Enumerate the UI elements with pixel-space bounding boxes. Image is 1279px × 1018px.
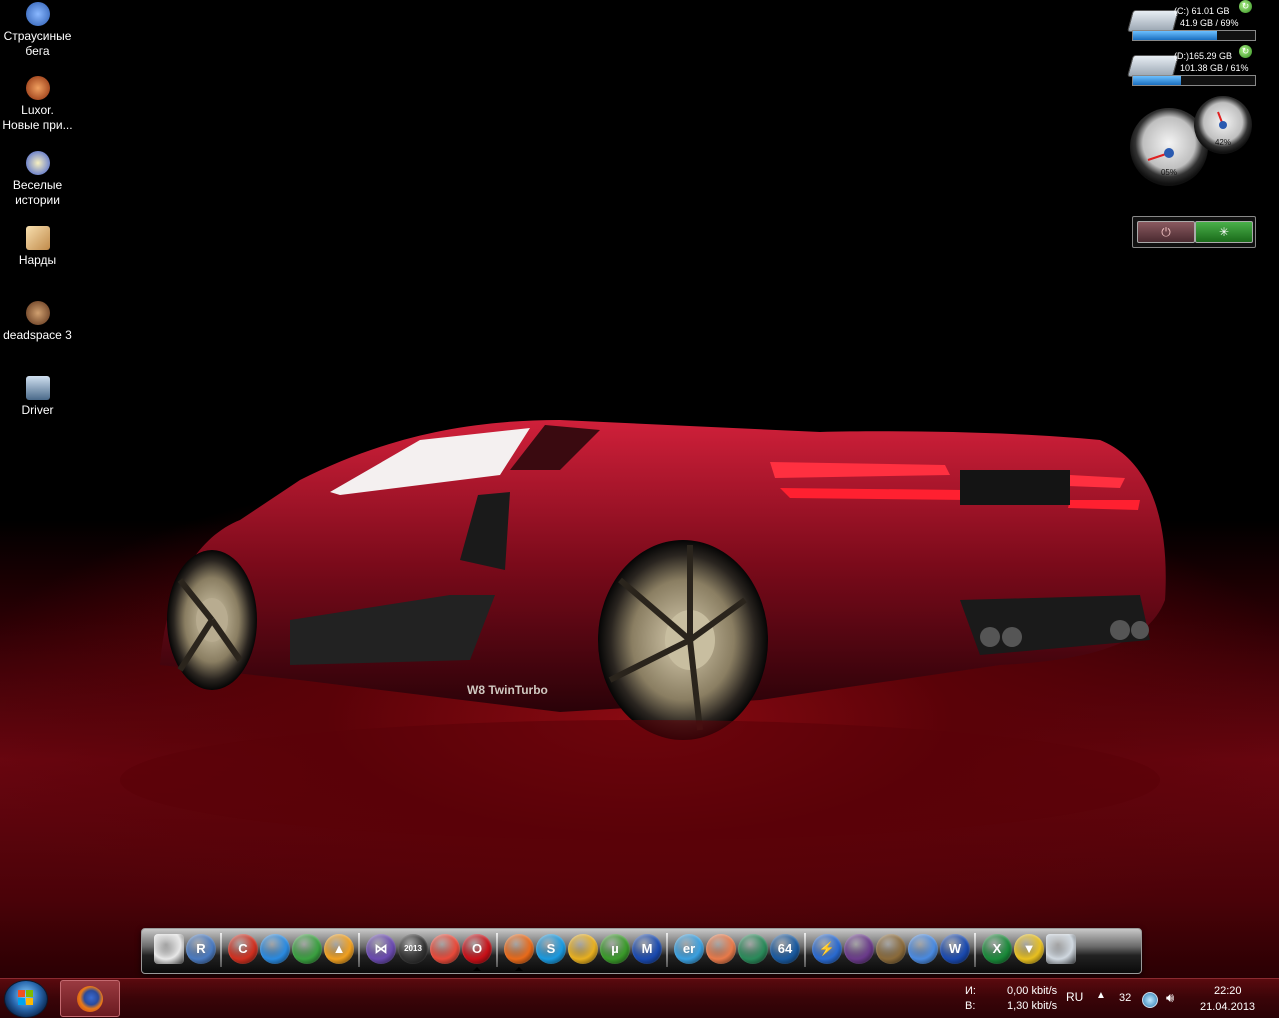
rocket-dock: R C ▲ ⋈ 2013 O Sµ Mer 64 ⚡ W X ▼ [141, 928, 1142, 974]
clock-date[interactable]: 21.04.2013 [1200, 1001, 1255, 1013]
firefox-icon[interactable] [504, 934, 534, 964]
webcam-icon[interactable] [568, 934, 598, 964]
reader-icon[interactable]: R [186, 934, 216, 964]
dock-separator [666, 933, 668, 967]
daemon-tools-icon[interactable]: ⚡ [812, 934, 842, 964]
sports-car-image: W8 TwinTurbo [120, 420, 1166, 840]
running-indicator [515, 967, 523, 971]
dvd-icon[interactable] [844, 934, 874, 964]
ccleaner-icon[interactable]: C [228, 934, 258, 964]
hard-drive-icon [1127, 10, 1179, 32]
dock-separator [220, 933, 222, 967]
email-icon[interactable] [706, 934, 736, 964]
windows-logo-icon [18, 990, 33, 1005]
running-indicator [473, 967, 481, 971]
word-icon[interactable]: W [940, 934, 970, 964]
media-player-icon[interactable]: ⋈ [366, 934, 396, 964]
refresh-icon[interactable]: ↻ [1239, 45, 1252, 58]
presentation-icon[interactable] [154, 934, 184, 964]
excel-icon[interactable]: X [982, 934, 1012, 964]
driver-icon [25, 376, 50, 400]
door-icon[interactable] [738, 934, 768, 964]
drive-d-usage-bar [1132, 75, 1256, 86]
tools-icon[interactable] [292, 934, 322, 964]
network-icon[interactable] [908, 934, 938, 964]
ostrich-race-icon [25, 2, 50, 26]
malwarebytes-icon[interactable]: M [632, 934, 662, 964]
desktop-wallpaper: W8 TwinTurbo [0, 0, 1279, 978]
funny-stories-icon [25, 151, 50, 175]
skype-icon[interactable]: S [536, 934, 566, 964]
desktop-icon-luxor[interactable]: Luxor. Новые при... [0, 76, 75, 133]
picasa-icon[interactable] [430, 934, 460, 964]
opera-icon[interactable]: O [462, 934, 492, 964]
network-in-speed: 0,00 kbit/s [1007, 985, 1058, 997]
shutdown-gadget: ⏻ ✳ [1132, 216, 1256, 248]
triangle-app-icon[interactable]: ▼ [1014, 934, 1044, 964]
start-button[interactable] [4, 980, 48, 1018]
recycle-bin-icon[interactable] [1046, 934, 1076, 964]
luxor-icon [25, 76, 50, 100]
drive-c-usage-bar [1132, 30, 1256, 41]
desktop-icon-ostrich-race[interactable]: Страусиные бега [0, 2, 75, 59]
utorrent-icon[interactable]: µ [600, 934, 630, 964]
everest-icon[interactable]: er [674, 934, 704, 964]
network-out-label: В: [965, 1000, 976, 1012]
language-indicator[interactable]: RU [1066, 990, 1083, 1004]
aimp-icon[interactable]: ▲ [324, 934, 354, 964]
pencil-icon[interactable] [876, 934, 906, 964]
power-off-button[interactable]: ⏻ [1137, 221, 1195, 243]
deadspace-icon [25, 301, 50, 325]
dock-separator [496, 933, 498, 967]
dock-separator [804, 933, 806, 967]
ram-gauge: 42% [1194, 96, 1252, 154]
tray-status-icon[interactable] [1142, 992, 1158, 1008]
clock-time[interactable]: 22:20 [1214, 985, 1242, 997]
tray-counter[interactable]: 32 [1119, 992, 1131, 1004]
dock-separator [358, 933, 360, 967]
aida64-icon[interactable]: 64 [770, 934, 800, 964]
dock-separator [974, 933, 976, 967]
desktop-icon-driver[interactable]: Driver [0, 376, 75, 418]
nero-icon[interactable]: 2013 [398, 934, 428, 964]
refresh-icon[interactable]: ↻ [1239, 0, 1252, 13]
drive-c-gadget[interactable]: ↻ (C:) 61.01 GB 41.9 GB / 69% [1127, 0, 1256, 44]
network-in-label: И: [965, 985, 976, 997]
cpu-meter-gadget[interactable]: 05% 42% [1130, 96, 1256, 188]
desktop-icon-funny-stories[interactable]: Веселые истории [0, 151, 75, 208]
backgammon-icon [25, 226, 50, 250]
desktop-icon-backgammon[interactable]: Нарды [0, 226, 75, 268]
network-out-speed: 1,30 kbit/s [1007, 1000, 1058, 1012]
taskbar-firefox-button[interactable] [60, 980, 120, 1017]
car-badge: W8 TwinTurbo [467, 683, 548, 697]
taskbar: И: В: 0,00 kbit/s 1,30 kbit/s RU ▲ 32 🔊︎… [0, 978, 1279, 1018]
restart-button[interactable]: ✳ [1195, 221, 1253, 243]
drive-d-gadget[interactable]: ↻ (D:)165.29 GB 101.38 GB / 61% [1127, 45, 1256, 89]
desktop-icon-deadspace[interactable]: deadspace 3 [0, 301, 75, 343]
show-hidden-icons-arrow-icon[interactable]: ▲ [1096, 990, 1106, 1001]
globe-icon[interactable] [260, 934, 290, 964]
volume-icon[interactable]: 🔊︎ [1166, 990, 1174, 1006]
firefox-icon [77, 986, 103, 1012]
hard-drive-icon [1127, 55, 1179, 77]
